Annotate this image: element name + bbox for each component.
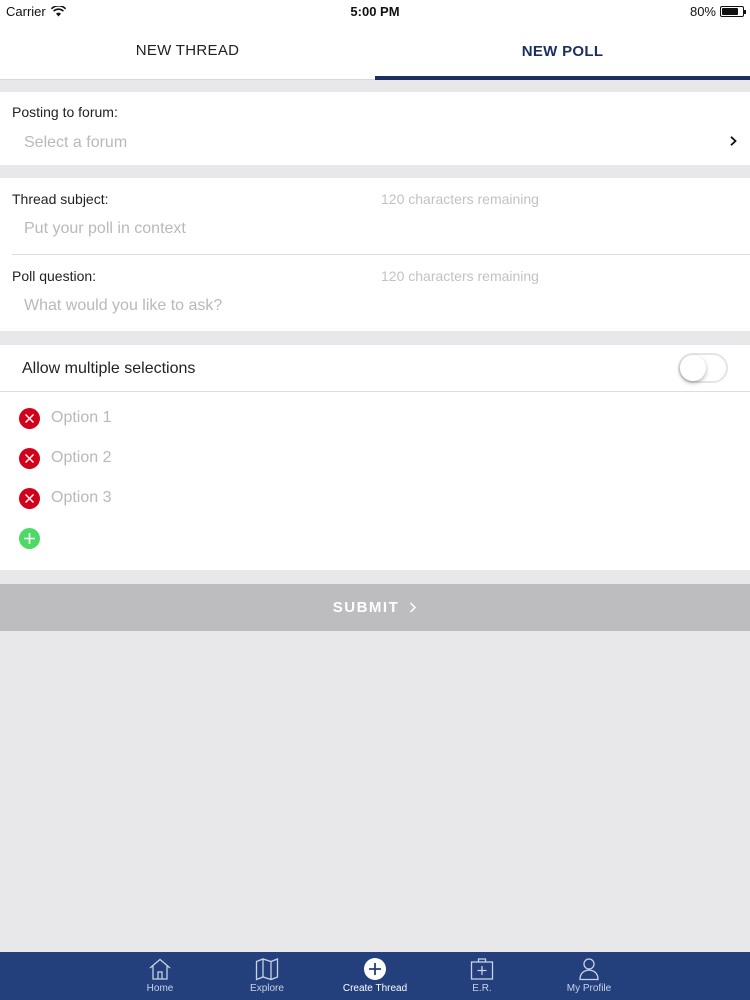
battery-icon — [720, 6, 746, 17]
question-remaining: 120 characters remaining — [381, 268, 539, 284]
status-bar: Carrier 5:00 PM 80% — [0, 0, 750, 22]
nav-create-thread[interactable]: Create Thread — [325, 952, 425, 1000]
chevron-right-icon — [410, 602, 417, 613]
forum-label: Posting to forum: — [12, 104, 118, 120]
option-row — [0, 399, 750, 439]
battery-info: 80% — [689, 4, 746, 19]
toggle-knob[interactable] — [680, 355, 706, 381]
chevron-right-icon[interactable] — [728, 136, 738, 146]
nav-home[interactable]: Home — [110, 952, 210, 1000]
bottom-nav: Home Explore Create Thread E.R. My Profi… — [0, 952, 750, 1000]
nav-my-profile-label: My Profile — [566, 983, 612, 994]
person-icon — [579, 958, 599, 981]
nav-home-label: Home — [146, 983, 174, 994]
remove-option-icon[interactable] — [19, 488, 40, 509]
divider — [12, 254, 750, 255]
nav-create-thread-label: Create Thread — [342, 983, 408, 994]
nav-er-label: E.R. — [472, 983, 492, 994]
tab-new-poll[interactable]: NEW POLL — [375, 22, 750, 80]
forum-select[interactable]: Select a forum — [24, 134, 524, 152]
submit-button[interactable]: SUBMIT — [0, 584, 750, 631]
submit-label: SUBMIT — [332, 599, 400, 616]
tab-bar: NEW THREAD NEW POLL — [0, 22, 750, 80]
nav-er[interactable]: E.R. — [432, 952, 532, 1000]
forum-section[interactable]: Posting to forum: Select a forum — [0, 92, 750, 165]
battery-percent: 80% — [689, 4, 716, 19]
medical-kit-icon — [470, 958, 494, 980]
nav-explore[interactable]: Explore — [217, 952, 317, 1000]
question-input[interactable] — [24, 297, 524, 315]
clock: 5:00 PM — [350, 4, 400, 19]
plus-circle-icon — [364, 958, 386, 980]
option-row — [0, 439, 750, 479]
remove-option-icon[interactable] — [19, 448, 40, 469]
subject-label: Thread subject: — [12, 191, 109, 207]
option-row — [0, 479, 750, 519]
home-icon — [149, 958, 171, 980]
battery-fill — [722, 8, 738, 15]
tab-new-thread[interactable]: NEW THREAD — [0, 22, 375, 80]
multiple-selections-toggle[interactable] — [678, 353, 728, 383]
map-icon — [255, 958, 279, 981]
remove-option-icon[interactable] — [19, 408, 40, 429]
option-input[interactable] — [51, 449, 651, 467]
nav-explore-label: Explore — [250, 983, 284, 994]
multiple-selections-label: Allow multiple selections — [22, 360, 196, 377]
question-label: Poll question: — [12, 268, 97, 284]
add-option-icon[interactable] — [19, 528, 40, 549]
option-input[interactable] — [51, 489, 651, 507]
divider — [0, 391, 750, 392]
options-section: Allow multiple selections — [0, 345, 750, 570]
poll-details-section: Thread subject: 120 characters remaining… — [0, 178, 750, 331]
option-input[interactable] — [51, 409, 651, 427]
subject-input[interactable] — [24, 220, 524, 238]
nav-my-profile[interactable]: My Profile — [539, 952, 639, 1000]
subject-remaining: 120 characters remaining — [381, 191, 539, 207]
